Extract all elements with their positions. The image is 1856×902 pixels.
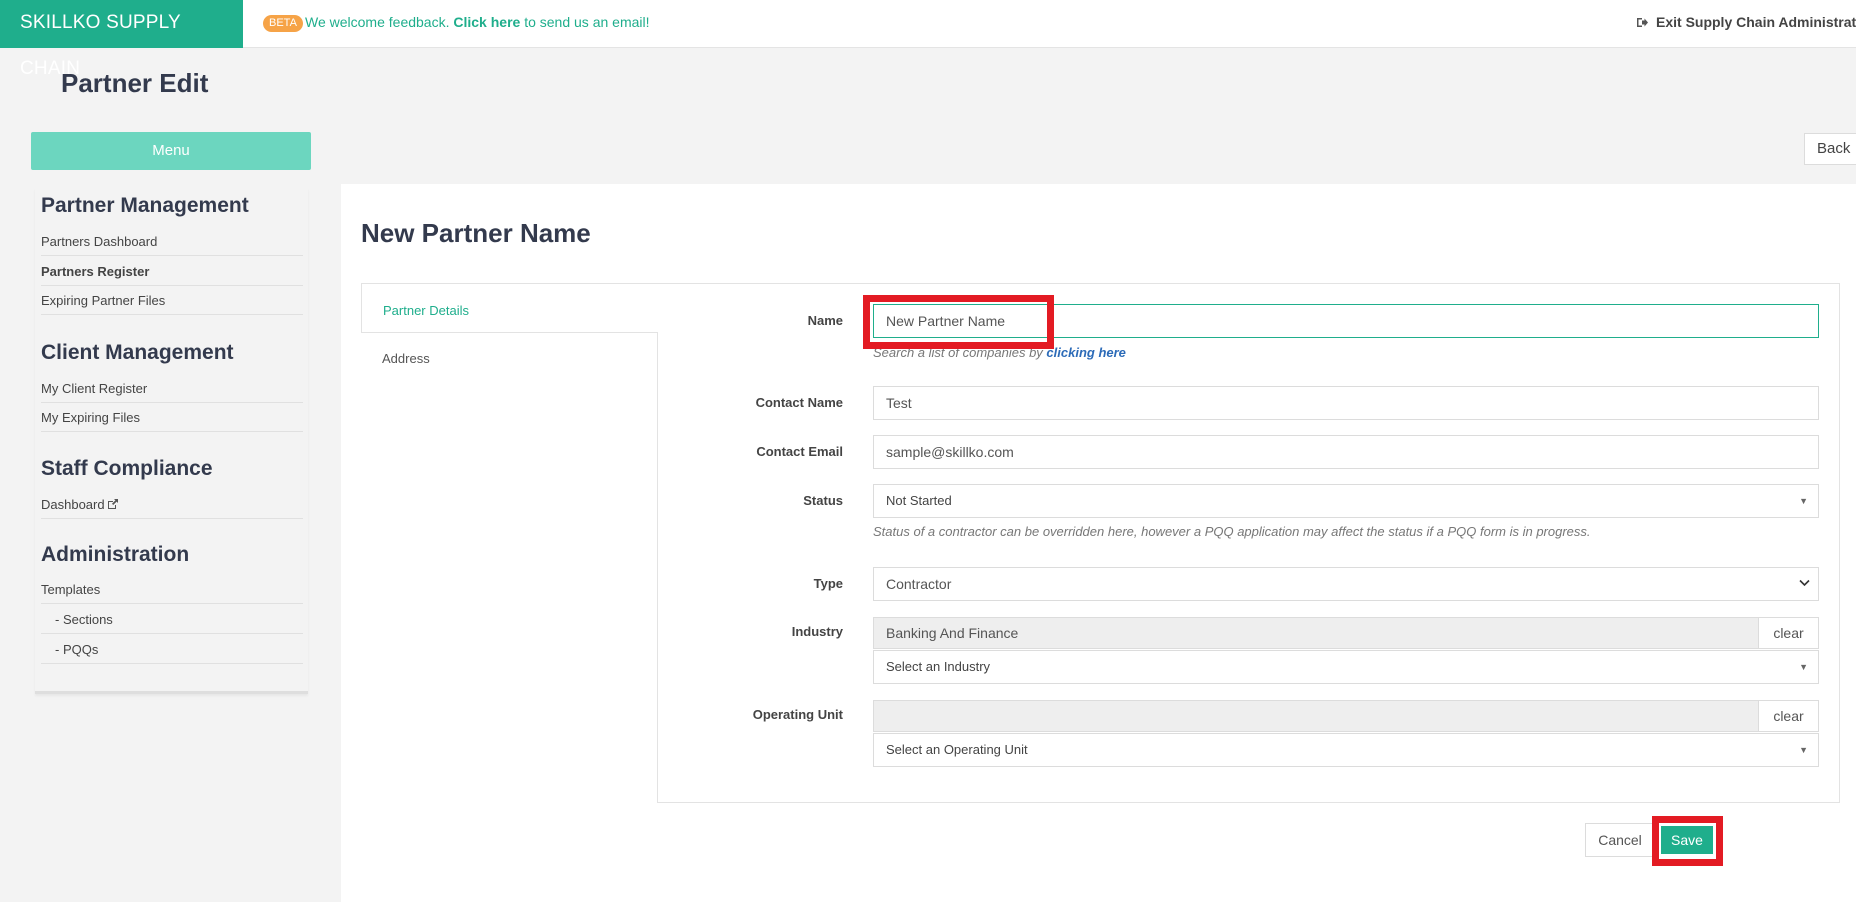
status-hint: Status of a contractor can be overridden… xyxy=(873,524,1591,539)
sidebar-item-templates[interactable]: Templates xyxy=(41,582,303,604)
section-client-management: Client Management xyxy=(41,341,234,364)
back-button[interactable]: Back xyxy=(1804,133,1856,165)
external-link-icon xyxy=(107,499,118,509)
caret-down-icon: ▼ xyxy=(1799,496,1808,506)
feedback-prefix: We welcome feedback. xyxy=(305,14,454,30)
menu-button[interactable]: Menu xyxy=(31,132,311,170)
sidebar-item-expiring-partner-files[interactable]: Expiring Partner Files xyxy=(41,293,303,315)
exit-admin-label: Exit Supply Chain Administrat xyxy=(1656,14,1856,30)
tab-partner-details[interactable]: Partner Details xyxy=(361,283,658,332)
sidebar-item-pqqs[interactable]: - PQQs xyxy=(41,642,303,664)
sidebar-item-dashboard[interactable]: Dashboard xyxy=(41,497,303,519)
sidebar-item-my-client-register[interactable]: My Client Register xyxy=(41,381,303,403)
operating-unit-clear-button[interactable]: clear xyxy=(1758,700,1819,732)
brand-logo[interactable]: SKILLKO SUPPLY CHAIN xyxy=(0,0,243,79)
name-label: Name xyxy=(807,313,843,328)
industry-placeholder: Select an Industry xyxy=(886,659,991,674)
type-select[interactable]: Contractor xyxy=(873,567,1819,601)
industry-clear-button[interactable]: clear xyxy=(1758,617,1819,649)
top-bar: SKILLKO SUPPLY CHAIN BETA We welcome fee… xyxy=(0,0,1856,79)
page-title: Partner Edit xyxy=(61,68,209,98)
companies-search-link[interactable]: clicking here xyxy=(1046,345,1125,360)
feedback-message: We welcome feedback. Click here to send … xyxy=(305,14,650,30)
type-label: Type xyxy=(813,576,843,591)
caret-down-icon: ▼ xyxy=(1799,745,1808,755)
section-staff-compliance: Staff Compliance xyxy=(41,457,213,480)
operating-unit-select[interactable]: Select an Operating Unit ▼ xyxy=(873,733,1819,767)
type-value: Contractor xyxy=(886,576,952,592)
sidebar-item-my-expiring-files[interactable]: My Expiring Files xyxy=(41,410,303,432)
feedback-suffix: to send us an email! xyxy=(520,14,650,30)
section-partner-management: Partner Management xyxy=(41,194,249,217)
industry-label: Industry xyxy=(791,624,843,639)
feedback-link[interactable]: Click here xyxy=(453,14,520,30)
chevron-down-icon xyxy=(1799,579,1810,587)
industry-value: Banking And Finance xyxy=(873,617,1759,649)
cancel-button[interactable]: Cancel xyxy=(1585,823,1655,857)
sidebar-item-dashboard-label: Dashboard xyxy=(41,497,105,512)
sidebar-item-sections[interactable]: - Sections xyxy=(41,612,303,634)
operating-unit-placeholder: Select an Operating Unit xyxy=(886,742,1028,757)
contact-name-label: Contact Name xyxy=(755,395,843,410)
section-administration: Administration xyxy=(41,543,190,566)
sidebar-item-partners-dashboard[interactable]: Partners Dashboard xyxy=(41,234,303,256)
partner-title: New Partner Name xyxy=(361,218,591,248)
sidebar: Menu xyxy=(31,132,311,170)
sign-out-icon xyxy=(1637,18,1648,27)
exit-admin-link[interactable]: Exit Supply Chain Administrat xyxy=(1636,14,1856,30)
status-value: Not Started xyxy=(886,493,952,508)
contact-name-input[interactable]: Test xyxy=(873,386,1819,420)
contact-email-label: Contact Email xyxy=(756,444,843,459)
status-label: Status xyxy=(803,493,843,508)
operating-unit-value xyxy=(873,700,1759,732)
status-select[interactable]: Not Started ▼ xyxy=(873,484,1819,518)
beta-badge: BETA xyxy=(263,15,303,32)
industry-select[interactable]: Select an Industry ▼ xyxy=(873,650,1819,684)
sidebar-item-partners-register[interactable]: Partners Register xyxy=(41,264,303,286)
name-highlight-box xyxy=(863,295,1054,349)
operating-unit-label: Operating Unit xyxy=(752,707,843,722)
save-highlight-box xyxy=(1652,816,1723,866)
caret-down-icon: ▼ xyxy=(1799,662,1808,672)
contact-email-input[interactable]: sample@skillko.com xyxy=(873,435,1819,469)
tab-address[interactable]: Address xyxy=(361,332,658,382)
